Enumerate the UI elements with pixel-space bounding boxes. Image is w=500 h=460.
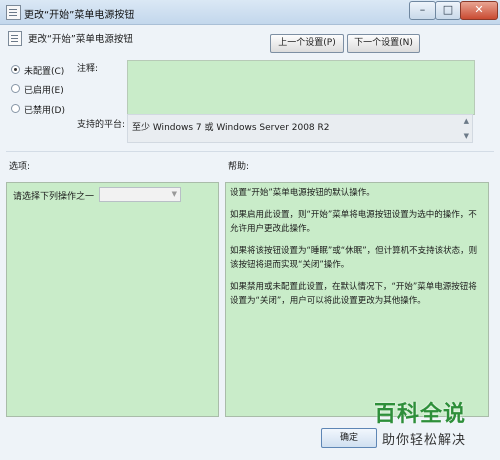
radio-label: 已禁用(D)	[24, 106, 65, 116]
policy-icon	[6, 5, 21, 20]
radio-label: 已启用(E)	[24, 86, 64, 96]
minimize-button[interactable]: –	[409, 1, 436, 20]
radio-indicator[interactable]	[11, 104, 20, 113]
radio-label: 未配置(C)	[24, 67, 65, 77]
close-button[interactable]: ✕	[460, 1, 498, 20]
scroll-down-icon[interactable]: ▼	[464, 132, 469, 140]
platform-value: 至少 Windows 7 或 Windows Server 2008 R2	[132, 123, 330, 133]
setting-icon	[8, 31, 22, 46]
help-panel: 设置“开始”菜单电源按钮的默认操作。 如果启用此设置，则“开始”菜单将电源按钮设…	[225, 182, 489, 417]
action-label: 请选择下列操作之一	[13, 192, 95, 202]
platform-field: 至少 Windows 7 或 Windows Server 2008 R2 ▲ …	[127, 114, 473, 143]
options-section-label: 选项:	[9, 162, 31, 172]
chevron-down-icon[interactable]: ▼	[172, 190, 177, 198]
options-panel: 请选择下列操作之一 ▼	[6, 182, 219, 417]
watermark-subtitle: 助你轻松解决	[382, 433, 467, 448]
help-paragraph: 设置“开始”菜单电源按钮的默认操作。	[230, 188, 375, 198]
window-title: 更改“开始”菜单电源按钮	[24, 10, 135, 21]
platform-label: 支持的平台:	[77, 120, 126, 130]
radio-indicator[interactable]	[11, 84, 20, 93]
help-paragraph: 如果将该按钮设置为“睡眠”或“休眠”，但计算机不支持该状态，则该按钮将退而实现“…	[230, 246, 478, 270]
help-paragraph: 如果禁用或未配置此设置，在默认情况下，“开始”菜单电源按钮将设置为“关闭”，用户…	[230, 282, 477, 306]
section-divider	[6, 151, 494, 152]
title-bar: 更改“开始”菜单电源按钮 – □ ✕	[0, 0, 500, 25]
help-section-label: 帮助:	[228, 162, 250, 172]
comment-textarea[interactable]	[127, 60, 475, 115]
setting-title: 更改“开始”菜单电源按钮	[28, 34, 133, 45]
radio-indicator[interactable]	[11, 65, 20, 74]
action-select[interactable]: ▼	[99, 187, 181, 202]
maximize-button[interactable]: □	[435, 1, 461, 20]
help-paragraph: 如果启用此设置，则“开始”菜单将电源按钮设置为选中的操作，不允许用户更改此操作。	[230, 210, 477, 234]
comment-label: 注释:	[77, 64, 99, 74]
previous-setting-button[interactable]: 上一个设置(P)	[270, 34, 344, 53]
watermark-title: 百科全说	[374, 402, 467, 427]
next-setting-button[interactable]: 下一个设置(N)	[347, 34, 420, 53]
scroll-up-icon[interactable]: ▲	[464, 117, 469, 125]
watermark-logo: 百科全说 助你轻松解决	[368, 396, 498, 458]
